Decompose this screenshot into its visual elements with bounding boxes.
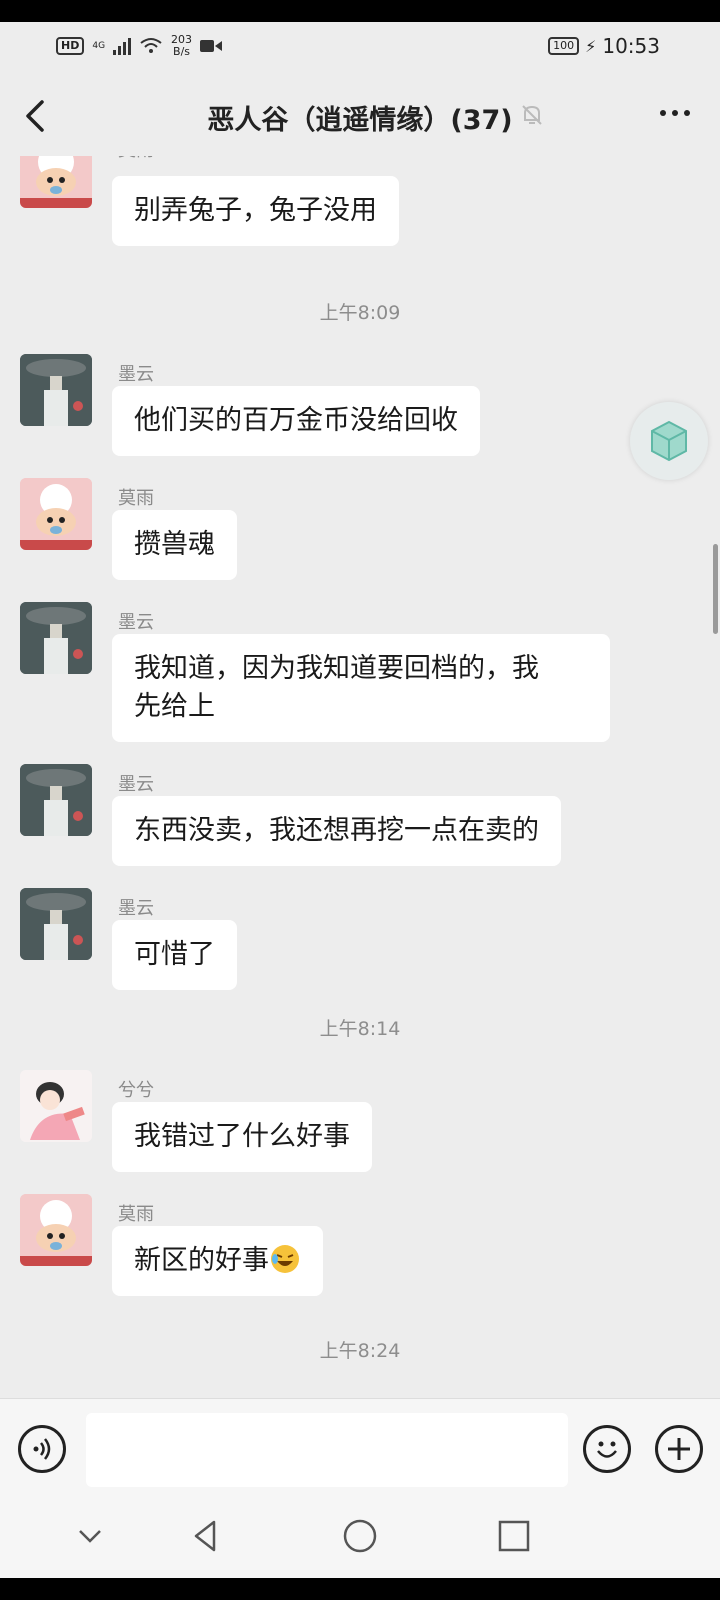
message-bubble[interactable]: 我知道，因为我知道要回档的，我 先给上 [112,634,610,742]
laughing-emoji-icon [271,1245,299,1273]
speed-unit: B/s [173,45,191,58]
video-record-icon [200,40,223,52]
message-bubble[interactable]: 东西没卖，我还想再挖一点在卖的 [112,796,561,866]
message-bubble[interactable]: 攒兽魂 [112,510,237,580]
network-label: 4G [92,41,106,51]
nav-home-icon[interactable] [340,1516,380,1556]
message-item: 莫雨 新区的好事 [0,1194,720,1304]
girl-avatar[interactable] [20,1070,92,1142]
sender-name: 墨云 [118,612,154,633]
timestamp: 上午8:24 [319,1340,401,1362]
message-bubble[interactable]: 别弄兔子，兔子没用 [112,176,399,246]
ink-avatar[interactable] [20,354,92,426]
sender-name: 莫雨 [118,488,154,509]
mute-bell-icon [522,105,542,125]
status-bar: HD 4G 203 B/s 100 ⚡ 10:53 [0,22,720,70]
message-item: 莫雨 别弄兔子，兔子没用 [0,156,720,246]
message-bubble[interactable]: 可惜了 [112,920,237,990]
crayon-avatar[interactable] [20,156,92,208]
voice-input-icon[interactable] [18,1425,66,1473]
message-item: 墨云 东西没卖，我还想再挖一点在卖的 [0,764,720,874]
chevron-down-icon[interactable] [70,1516,110,1556]
message-item: 墨云 可惜了 [0,888,720,998]
sender-name: 兮兮 [118,1080,154,1101]
message-line: 我知道，因为我知道要回档的，我 [134,653,539,684]
wifi-icon [140,38,162,53]
clock: 10:53 [602,34,660,58]
sender-name: 墨云 [118,774,154,795]
signal-icon [113,37,132,55]
hd-badge: HD [56,37,85,55]
floating-cube-icon[interactable] [630,402,708,480]
sender-name: 墨云 [118,898,154,919]
ink-avatar[interactable] [20,888,92,960]
crayon-avatar[interactable] [20,478,92,550]
sender-name: 莫雨 [118,1204,154,1225]
nav-back-icon[interactable] [186,1516,226,1556]
message-item: 兮兮 我错过了什么好事 [0,1070,720,1180]
message-item: 墨云 我知道，因为我知道要回档的，我 先给上 [0,602,720,752]
title-bar: 恶人谷（逍遥情缘）(37) [0,70,720,162]
plus-icon[interactable] [655,1425,703,1473]
more-options-icon[interactable] [660,110,690,116]
sender-name: 莫雨 [118,156,154,162]
message-item: 莫雨 攒兽魂 [0,478,720,588]
message-bubble[interactable]: 新区的好事 [112,1226,323,1296]
nav-recents-icon[interactable] [494,1516,534,1556]
message-input[interactable] [86,1413,568,1487]
timestamp: 上午8:09 [319,302,401,324]
sender-name: 墨云 [118,364,154,385]
message-list[interactable]: 莫雨 别弄兔子，兔子没用 上午8:09 墨云 他们买的百万金币没给回收 [0,156,720,1420]
ink-avatar[interactable] [20,764,92,836]
battery-icon: 100 [548,37,580,55]
message-bubble[interactable]: 我错过了什么好事 [112,1102,372,1172]
timestamp: 上午8:14 [319,1018,401,1040]
message-line: 先给上 [134,691,215,722]
message-bubble[interactable]: 他们买的百万金币没给回收 [112,386,480,456]
crayon-avatar[interactable] [20,1194,92,1266]
emoji-icon[interactable] [583,1425,631,1473]
charging-icon: ⚡ [585,36,597,56]
scrollbar[interactable] [713,544,718,634]
system-nav-bar [0,1502,720,1578]
chat-title: 恶人谷（逍遥情缘）(37) [207,105,513,136]
message-text: 新区的好事 [134,1245,269,1276]
network-speed: 203 B/s [171,34,192,58]
message-item: 墨云 他们买的百万金币没给回收 [0,354,720,464]
ink-avatar[interactable] [20,602,92,674]
chat-screen: HD 4G 203 B/s 100 ⚡ 10:53 恶人谷（逍遥情缘）(37) … [0,22,720,1578]
